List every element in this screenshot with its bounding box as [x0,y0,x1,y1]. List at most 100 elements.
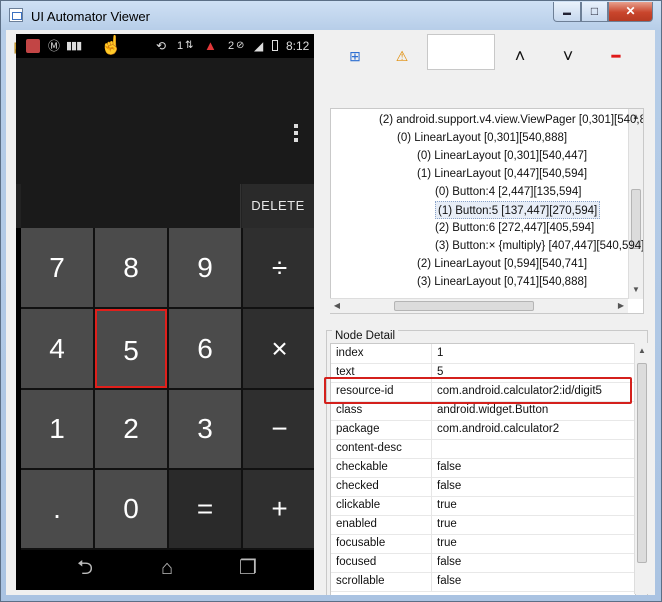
detail-row-checkable[interactable]: checkable false [331,458,635,478]
tree-node[interactable]: (0) LinearLayout [0,301][540,447] [417,147,587,165]
key-0-2[interactable]: 9 [169,228,241,307]
detail-row-focused[interactable]: focused false [331,553,635,573]
toggle-naf-field[interactable] [427,34,495,70]
scroll-down-icon[interactable]: ▼ [629,285,643,294]
title-bar[interactable]: UI Automator Viewer ▬ □ ✕ [1,1,661,31]
minimize-icon: ▬ [563,8,571,17]
column-divider [431,572,432,591]
key-3-2[interactable]: = [169,470,241,548]
close-button[interactable]: ✕ [608,2,653,22]
recent-apps-icon[interactable]: ❐ [235,558,261,578]
detail-key: content-desc [336,442,402,454]
screen-rotation-icon: ⟲ [156,39,167,53]
key-3-0[interactable]: . [21,470,93,548]
scroll-left-icon[interactable]: ◀ [330,301,344,310]
delete-button[interactable]: DELETE [242,184,314,228]
detail-value: false [437,461,462,473]
detail-row-checked[interactable]: checked false [331,477,635,497]
key-1-1[interactable]: 5 [95,309,167,388]
column-divider [431,420,432,439]
key-2-0[interactable]: 1 [21,390,93,468]
column-divider [431,496,432,515]
device-screenshot[interactable]: Ⓜ ▮▮▮ ☝ ⟲ 1 ⇅ ▲ 2 ⊘ ◢ 8:12 DELETE 7 8 9 ÷ 4 5… [16,34,314,590]
detail-key: checkable [336,461,388,473]
detail-key: checked [336,480,379,492]
warning-icon[interactable]: ⚠ [394,48,410,64]
calculator-keypad: 7 8 9 ÷ 4 5 6 × 1 2 3−. 0 = + [21,228,314,550]
calculator-display [16,58,314,184]
maximize-button[interactable]: □ [581,2,608,22]
key-3-1[interactable]: 0 [95,470,167,548]
key-1-2[interactable]: 6 [169,309,241,388]
tree-node[interactable]: (2) LinearLayout [0,594][540,741] [417,255,587,273]
remove-icon[interactable]: ━ [608,48,624,64]
detail-row-focusable[interactable]: focusable true [331,534,635,554]
detail-row-enabled[interactable]: enabled true [331,515,635,535]
tree-node[interactable]: (2) android.support.v4.view.ViewPager [0… [379,111,643,129]
detail-value: com.android.calculator2 [437,423,560,435]
key-2-1[interactable]: 2 [95,390,167,468]
detail-row-package[interactable]: package com.android.calculator2 [331,420,635,440]
detail-key: focusable [336,537,386,549]
detail-key: index [336,347,364,359]
delete-row: DELETE [16,184,314,228]
signal-icon: ◢ [254,39,264,53]
column-divider [431,344,432,363]
detail-row-class[interactable]: class android.widget.Button [331,401,635,421]
detail-row-clickable[interactable]: clickable true [331,496,635,516]
detail-key: clickable [336,499,381,511]
detail-value: true [437,518,457,530]
scroll-right-icon[interactable]: ▶ [614,301,628,310]
detail-value: false [437,575,462,587]
tree-node[interactable]: (3) Button:× {multiply} [407,447][540,59… [435,237,643,255]
minimize-button[interactable]: ▬ [553,2,581,22]
data-icon: ⇅ [185,40,194,51]
node-detail-legend: Node Detail [332,330,399,342]
detail-value: 1 [437,347,444,359]
detail-scroll-up-icon[interactable]: ▲ [635,346,649,355]
back-icon[interactable]: ⮌ [72,558,98,578]
hierarchy-tree[interactable]: ▲ ▼ (2) android.support.v4.view.ViewPage… [330,108,644,314]
status-bar: Ⓜ ▮▮▮ ☝ ⟲ 1 ⇅ ▲ 2 ⊘ ◢ 8:12 [16,34,314,58]
alert-icon: ▲ [204,38,217,53]
detail-key: focused [336,556,377,568]
key-0-0[interactable]: 7 [21,228,93,307]
home-icon[interactable]: ⌂ [154,558,180,578]
detail-row-index[interactable]: index 1 [331,344,635,364]
expand-all-icon[interactable]: ⊞ [347,48,363,64]
tree-node[interactable]: (0) Button:4 [2,447][135,594] [435,183,581,201]
column-divider [431,534,432,553]
key-1-3[interactable]: × [243,309,314,388]
key-0-3[interactable]: ÷ [243,228,314,307]
tree-node[interactable]: (3) LinearLayout [0,741][540,888] [417,273,587,291]
formula-area [21,184,241,228]
motorola-icon: Ⓜ [48,39,61,53]
next-icon[interactable]: ˅ [560,47,576,65]
detail-value: true [437,499,457,511]
detail-row-scrollable[interactable]: scrollable false [331,572,635,592]
column-divider [431,515,432,534]
tree-node[interactable]: (1) Button:5 [137,447][270,594] [435,201,601,219]
detail-vertical-scrollbar[interactable]: ▲ [634,343,649,594]
column-divider [431,439,432,458]
tree-node[interactable]: (0) LinearLayout [0,301][540,888] [397,129,567,147]
tree-vertical-scrollbar[interactable]: ▲ ▼ [628,109,643,299]
barcode-icon: ▮▮▮ [66,40,82,52]
notification-count-2: 2 [228,40,235,52]
key-0-1[interactable]: 8 [95,228,167,307]
key-2-2[interactable]: 3 [169,390,241,468]
tree-node[interactable]: (2) Button:6 [272,447][405,594] [435,219,594,237]
key-3-3[interactable]: + [243,470,314,548]
navigation-bar: ⮌ ⌂ ❐ [16,550,314,590]
tree-horizontal-scrollbar[interactable]: ◀ ▶ [330,298,628,313]
previous-icon[interactable]: ˄ [512,47,528,65]
close-icon: ✕ [625,4,636,18]
overflow-menu-icon[interactable] [294,124,298,145]
notification-count-1: 1 [177,40,184,52]
tree-node[interactable]: (1) LinearLayout [0,447][540,594] [417,165,587,183]
detail-row-content-desc[interactable]: content-desc [331,439,635,459]
detail-key: package [336,423,380,435]
key-2-3[interactable]: − [243,390,314,468]
app-icon [9,8,23,22]
key-1-0[interactable]: 4 [21,309,93,388]
